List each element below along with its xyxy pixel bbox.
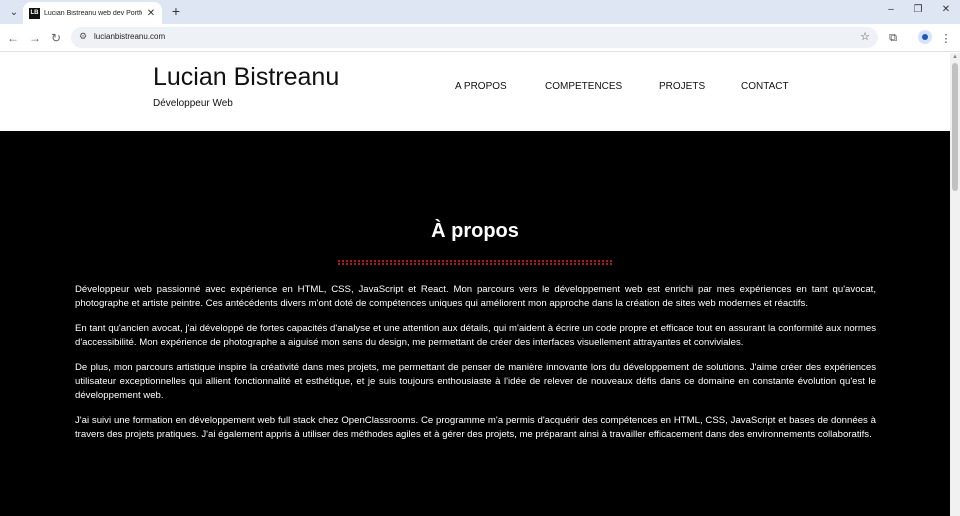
star-icon[interactable]: ☆: [860, 30, 870, 43]
tab-title: Lucian Bistreanu web dev Portfolio: [44, 9, 142, 17]
minimize-icon[interactable]: –: [883, 4, 899, 15]
vertical-scrollbar[interactable]: ▲: [950, 53, 960, 516]
nav-link-a-propos[interactable]: A PROPOS: [455, 81, 507, 92]
browser-toolbar: ← → ↻ ⚙ lucianbistreanu.com ☆ ⧉ ⋮: [0, 24, 960, 52]
arrow-left-icon[interactable]: ←: [6, 31, 20, 45]
site-subtitle: Développeur Web: [153, 98, 233, 109]
tab-strip: ⌄ LB Lucian Bistreanu web dev Portfolio …: [0, 0, 960, 24]
url-text[interactable]: lucianbistreanu.com: [94, 32, 165, 41]
puzzle-icon[interactable]: ⧉: [885, 30, 901, 46]
tune-icon[interactable]: ⚙: [79, 31, 87, 42]
nav-link-projets[interactable]: PROJETS: [659, 81, 705, 92]
about-paragraph: De plus, mon parcours artistique inspire…: [75, 361, 876, 402]
about-paragraph: J'ai suivi une formation en développemen…: [75, 414, 876, 441]
address-bar[interactable]: ⚙ lucianbistreanu.com ☆: [71, 27, 878, 48]
scroll-up-icon[interactable]: ▲: [952, 54, 958, 60]
site-title[interactable]: Lucian Bistreanu: [153, 63, 339, 92]
scroll-thumb[interactable]: [952, 63, 958, 191]
kebab-icon[interactable]: ⋮: [938, 30, 954, 46]
restore-icon[interactable]: ❐: [910, 4, 926, 15]
person-icon[interactable]: [918, 30, 932, 44]
about-divider: [338, 260, 612, 265]
reload-icon[interactable]: ↻: [49, 31, 63, 45]
window-close-icon[interactable]: ✕: [938, 4, 954, 15]
close-icon[interactable]: ✕: [146, 8, 156, 19]
about-paragraph: Développeur web passionné avec expérienc…: [75, 284, 876, 310]
arrow-right-icon[interactable]: →: [28, 31, 42, 45]
page-viewport: Lucian Bistreanu Développeur Web A PROPO…: [0, 53, 950, 516]
site-header: Lucian Bistreanu Développeur Web A PROPO…: [0, 53, 950, 131]
chevron-down-icon[interactable]: ⌄: [6, 4, 22, 20]
plus-icon[interactable]: +: [168, 3, 184, 19]
about-paragraph: En tant qu'ancien avocat, j'ai développé…: [75, 322, 876, 349]
about-body: Développeur web passionné avec expérienc…: [75, 283, 876, 453]
nav-link-contact[interactable]: CONTACT: [741, 81, 789, 92]
browser-tab[interactable]: LB Lucian Bistreanu web dev Portfolio ✕: [23, 2, 162, 24]
favicon: LB: [29, 7, 40, 19]
about-heading: À propos: [431, 220, 519, 242]
nav-link-competences[interactable]: COMPETENCES: [545, 81, 622, 92]
